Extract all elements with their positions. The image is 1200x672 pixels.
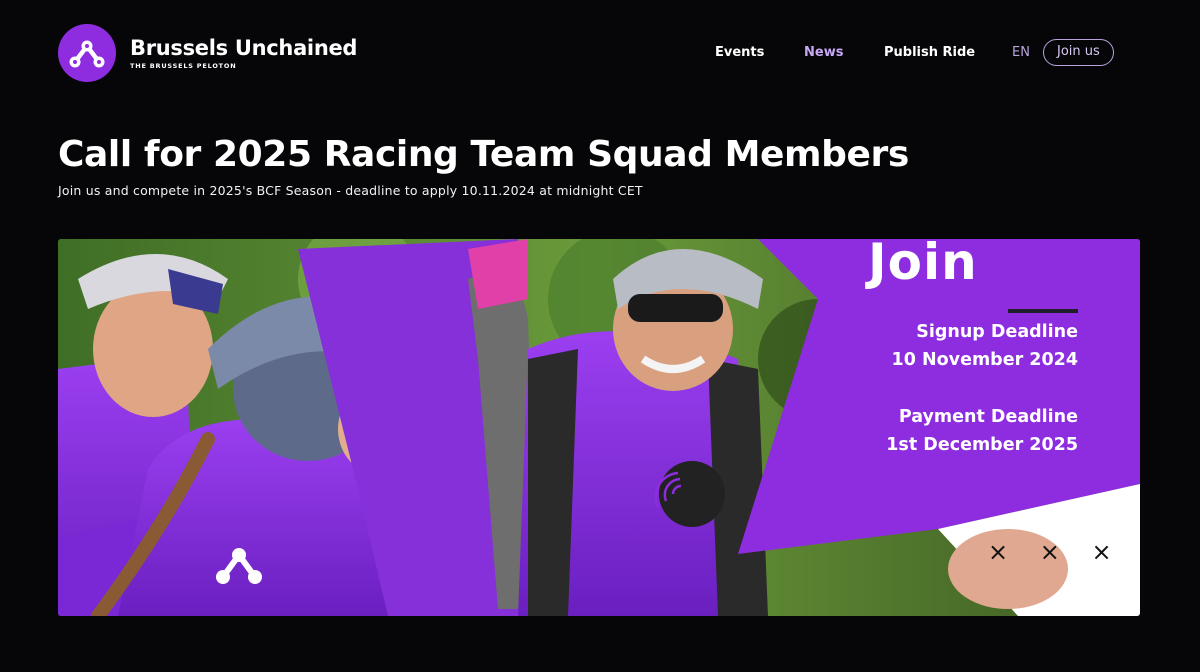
x-marks-decoration: × × × — [988, 538, 1124, 566]
cyclists-photo — [58, 239, 1140, 616]
nav-item-publish-ride[interactable]: Publish Ride — [884, 40, 975, 66]
join-us-button[interactable]: Join us — [1043, 39, 1114, 66]
nav-item-events[interactable]: Events — [715, 40, 764, 66]
page-subtitle: Join us and compete in 2025's BCF Season… — [58, 183, 643, 198]
signup-deadline-date: 10 November 2024 — [891, 350, 1078, 370]
language-selector[interactable]: EN — [1012, 40, 1030, 66]
site-header: Brussels Unchained THE BRUSSELS PELOTON … — [0, 0, 1200, 104]
page-title: Call for 2025 Racing Team Squad Members — [58, 134, 909, 175]
banner-headline: Join — [868, 239, 978, 291]
payment-deadline-label: Payment Deadline — [898, 407, 1078, 427]
nav-item-news[interactable]: News — [804, 40, 843, 66]
main-nav: Events News Publish Ride EN Join us — [0, 39, 1200, 66]
payment-deadline-date: 1st December 2025 — [886, 435, 1078, 455]
signup-deadline-label: Signup Deadline — [916, 322, 1078, 342]
hero-banner-image: Join Signup Deadline 10 November 2024 Pa… — [58, 239, 1140, 616]
